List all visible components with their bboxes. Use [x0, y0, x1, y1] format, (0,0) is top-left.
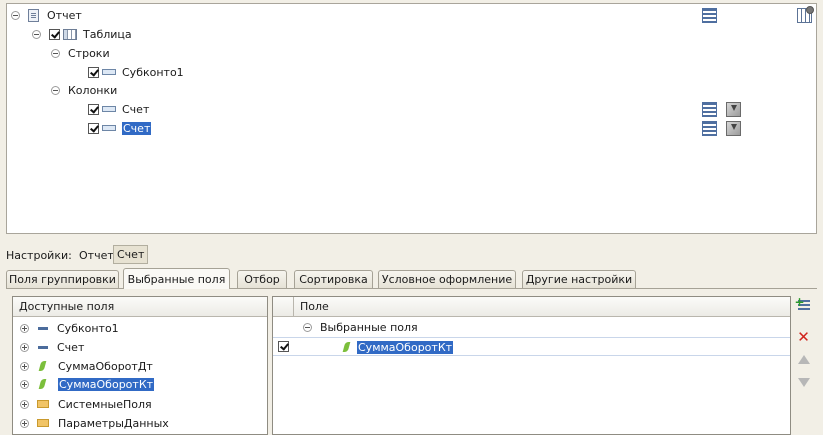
filter-icon[interactable]	[726, 121, 741, 136]
tree-node-report[interactable]: Отчет	[11, 6, 82, 24]
available-field-item[interactable]: Субконто1	[20, 319, 119, 337]
resource-icon	[38, 379, 47, 389]
expand-icon[interactable]	[20, 342, 29, 352]
selected-fields-panel[interactable]: Поле Выбранные поля СуммаОборотКт	[272, 296, 791, 435]
selected-fields-header: Поле	[273, 297, 790, 317]
folder-icon	[37, 400, 49, 408]
tree-node-columns[interactable]: Колонки	[51, 81, 117, 99]
report-structure-tree[interactable]: Отчет Таблица Строки Субконто1 Колонки С…	[6, 3, 817, 234]
check-column-header	[273, 297, 294, 316]
tree-node-label: Отчет	[47, 8, 82, 22]
tree-node-label: Строки	[68, 46, 110, 60]
expand-icon[interactable]	[20, 361, 29, 371]
available-field-item[interactable]: Счет	[20, 338, 84, 356]
selected-fields-list-icon[interactable]	[702, 121, 717, 136]
available-field-item[interactable]: СистемныеПоля	[20, 395, 152, 413]
grouping-field-icon	[102, 106, 116, 112]
tab-selected-fields[interactable]: Выбранные поля	[123, 268, 230, 289]
available-field-item[interactable]: СуммаОборотДт	[20, 357, 153, 375]
collapse-icon[interactable]	[51, 85, 60, 95]
columns-field-checkbox[interactable]	[88, 122, 99, 134]
tree-node-label: Таблица	[83, 27, 132, 41]
rows-field-checkbox[interactable]	[88, 66, 99, 78]
tree-node-label: Счет	[122, 102, 150, 116]
collapse-icon[interactable]	[303, 322, 312, 332]
selected-fields-list-icon[interactable]	[702, 102, 717, 117]
grouping-field-icon	[102, 69, 116, 75]
tab-label: Условное оформление	[381, 273, 513, 286]
tree-node-label: Субконто1	[122, 65, 184, 79]
tree-node-label-selected: Счет	[122, 121, 152, 135]
move-down-button[interactable]	[796, 375, 811, 390]
table-icon	[63, 28, 77, 40]
settings-label: Настройки:	[6, 249, 72, 262]
available-fields-panel[interactable]: Доступные поля Субконто1 Счет СуммаОборо…	[12, 296, 268, 435]
available-fields-header: Доступные поля	[13, 297, 267, 317]
move-up-button[interactable]	[796, 352, 811, 367]
available-field-item[interactable]: ПараметрыДанных	[20, 414, 169, 432]
field-icon	[38, 326, 48, 330]
available-field-item-selected[interactable]: СуммаОборотКт	[20, 375, 155, 393]
add-list-icon: +	[795, 296, 810, 312]
field-icon	[38, 345, 48, 349]
selected-field-label: СуммаОборотКт	[357, 340, 454, 354]
selected-field-checkbox[interactable]	[278, 341, 289, 352]
report-icon	[28, 8, 39, 22]
available-field-label: Счет	[57, 340, 85, 354]
expand-icon[interactable]	[20, 418, 29, 428]
delete-field-button[interactable]: ✕	[796, 327, 811, 346]
columns-field-checkbox[interactable]	[88, 103, 99, 115]
expand-icon[interactable]	[20, 399, 29, 409]
available-field-label: ПараметрыДанных	[58, 416, 169, 430]
folder-icon	[37, 419, 49, 427]
available-field-label: СистемныеПоля	[58, 397, 152, 411]
collapse-icon[interactable]	[51, 48, 60, 58]
available-field-label: Субконто1	[57, 321, 119, 335]
tab-filter[interactable]: Отбор	[237, 270, 287, 288]
tab-other-settings[interactable]: Другие настройки	[522, 270, 636, 288]
tree-node-columns-field-2[interactable]: Счет	[88, 119, 152, 137]
tab-label: Выбранные поля	[127, 272, 226, 286]
expand-icon[interactable]	[20, 323, 29, 333]
expand-icon[interactable]	[20, 379, 29, 389]
tree-node-label: Колонки	[68, 83, 118, 97]
tab-label: Сортировка	[299, 273, 368, 286]
settings-crumb-account[interactable]: Счет	[113, 245, 149, 264]
report-settings-icon[interactable]	[797, 6, 814, 23]
selected-fields-list-icon[interactable]	[702, 8, 717, 23]
arrow-down-icon	[797, 378, 810, 387]
selected-field-row[interactable]: СуммаОборотКт	[273, 337, 790, 356]
tab-label: Поля группировки	[9, 273, 116, 286]
tree-node-table[interactable]: Таблица	[32, 25, 132, 43]
tab-sort[interactable]: Сортировка	[294, 270, 373, 288]
tab-conditional-formatting[interactable]: Условное оформление	[378, 270, 516, 288]
field-column-title: Поле	[300, 300, 329, 313]
collapse-icon[interactable]	[32, 29, 41, 39]
tab-label: Другие настройки	[525, 273, 633, 286]
resource-icon	[342, 342, 351, 352]
grouping-field-icon	[102, 125, 116, 131]
tree-node-rows-field[interactable]: Субконто1	[88, 63, 184, 81]
tab-grouping-fields[interactable]: Поля группировки	[6, 270, 119, 288]
collapse-icon[interactable]	[11, 10, 20, 20]
add-field-button[interactable]: +	[795, 296, 811, 313]
available-field-label: СуммаОборотКт	[58, 377, 155, 391]
tree-node-columns-field-1[interactable]: Счет	[88, 100, 149, 118]
delete-icon: ✕	[797, 327, 810, 346]
selected-fields-group[interactable]: Выбранные поля	[303, 318, 418, 336]
available-fields-title: Доступные поля	[19, 300, 115, 313]
tab-label: Отбор	[244, 273, 280, 286]
filter-icon[interactable]	[726, 102, 741, 117]
available-field-label: СуммаОборотДт	[58, 359, 153, 373]
selected-fields-group-label: Выбранные поля	[320, 320, 418, 334]
settings-crumb-report[interactable]: Отчет	[79, 249, 114, 262]
tree-node-rows[interactable]: Строки	[51, 44, 110, 62]
resource-icon	[38, 361, 47, 371]
table-checkbox[interactable]	[49, 28, 60, 40]
arrow-up-icon	[797, 355, 810, 364]
